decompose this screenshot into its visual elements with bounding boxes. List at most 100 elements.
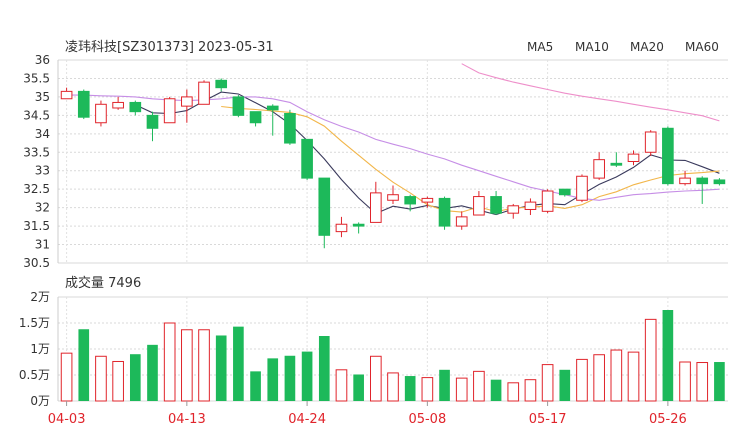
candle <box>576 174 588 203</box>
volume-bar <box>267 358 279 401</box>
candle-body <box>60 90 73 100</box>
volume-bar <box>593 354 605 402</box>
candles <box>60 78 726 249</box>
volume-bar <box>78 329 90 401</box>
volume-bar <box>439 369 450 401</box>
volume-bar <box>181 329 193 402</box>
candle-body <box>679 177 691 185</box>
candle <box>60 87 73 100</box>
candle-body <box>129 101 142 113</box>
candle-body <box>576 175 588 201</box>
candle <box>95 100 107 127</box>
date-tick-label: 05-26 <box>649 412 687 427</box>
candle-body <box>181 96 193 107</box>
volume-tick-label: 2万 <box>30 290 50 304</box>
price-tick-label: 31 <box>35 238 50 252</box>
volume-bar <box>112 360 124 402</box>
volume-bar <box>129 354 141 401</box>
candle <box>490 191 502 216</box>
volume-bar <box>421 377 434 402</box>
candle-body <box>524 201 537 210</box>
volume-bar <box>627 351 640 402</box>
price-tick-label: 33 <box>35 164 50 178</box>
price-tick-label: 34.5 <box>23 108 50 122</box>
candle-body <box>369 192 382 223</box>
price-tick-label: 35 <box>35 90 50 104</box>
candle <box>77 89 90 120</box>
volume-bar <box>95 355 107 402</box>
legend-ma10: MA10 <box>575 40 609 54</box>
volume-bar <box>576 358 588 402</box>
volume-bar <box>387 372 399 402</box>
candle-body <box>352 223 365 227</box>
volume-bar <box>301 351 313 401</box>
candle <box>232 95 245 118</box>
candle <box>215 78 228 92</box>
candle-body <box>627 153 640 162</box>
volume-bar <box>198 329 210 402</box>
volume-bar <box>404 376 416 401</box>
legend-ma60: MA60 <box>685 40 719 54</box>
candle-body <box>713 179 726 185</box>
candle <box>335 216 348 238</box>
candle <box>524 198 537 216</box>
legend-ma5: MA5 <box>527 40 553 54</box>
volume-bar <box>147 344 158 401</box>
candle <box>387 185 399 204</box>
volume-bar <box>541 364 554 402</box>
volume-bar <box>696 362 709 402</box>
candle-body <box>404 196 417 205</box>
candle <box>455 211 468 230</box>
volume-bar <box>60 352 73 402</box>
candle <box>713 178 726 186</box>
candle-body <box>335 223 348 233</box>
volume-bars <box>60 310 725 402</box>
candle-body <box>387 194 399 201</box>
price-grid <box>57 59 728 264</box>
candle-body <box>696 177 709 185</box>
candle <box>146 111 159 142</box>
date-tick-label: 05-17 <box>529 412 567 427</box>
volume-tick-label: 1万 <box>30 342 50 356</box>
candle-body <box>301 138 313 179</box>
candle <box>541 189 554 214</box>
candle <box>284 109 296 145</box>
candle <box>318 177 331 249</box>
candle <box>662 126 674 186</box>
volume-bar <box>353 374 364 401</box>
candle-body <box>541 190 554 212</box>
legend: MA5 MA10 MA20 MA60 <box>527 40 719 54</box>
candle-body <box>455 216 468 227</box>
candle <box>266 104 279 136</box>
candle-body <box>593 159 605 179</box>
candle-body <box>95 103 107 124</box>
candle <box>438 196 451 230</box>
price-tick-label: 34 <box>35 127 50 141</box>
candle <box>301 138 313 180</box>
volume-bar <box>455 377 468 402</box>
volume-bar <box>233 326 244 401</box>
candle <box>129 100 142 116</box>
volume-bar <box>610 349 623 402</box>
candle <box>112 96 124 110</box>
date-tick-label: 04-24 <box>288 412 326 427</box>
volume-bar <box>490 379 502 401</box>
candle <box>198 80 210 105</box>
volume-y-axis: 2万 1.5万 1万 0.5万 0万 <box>19 290 50 408</box>
volume-tick-label: 0万 <box>30 394 50 408</box>
volume-bar <box>215 335 227 401</box>
volume-bar <box>250 371 261 401</box>
candle <box>507 203 520 219</box>
candle <box>181 89 193 123</box>
candle-body <box>507 205 520 214</box>
date-tick-label: 04-03 <box>48 412 86 427</box>
candle-body <box>163 98 176 124</box>
volume-bar <box>679 361 691 402</box>
candle-body <box>318 177 331 236</box>
price-tick-label: 35.5 <box>23 71 50 85</box>
ma-line-ma60 <box>461 63 720 122</box>
candle <box>610 152 623 168</box>
volume-bar <box>335 369 348 402</box>
candle-body <box>77 90 90 118</box>
candle <box>627 150 640 166</box>
